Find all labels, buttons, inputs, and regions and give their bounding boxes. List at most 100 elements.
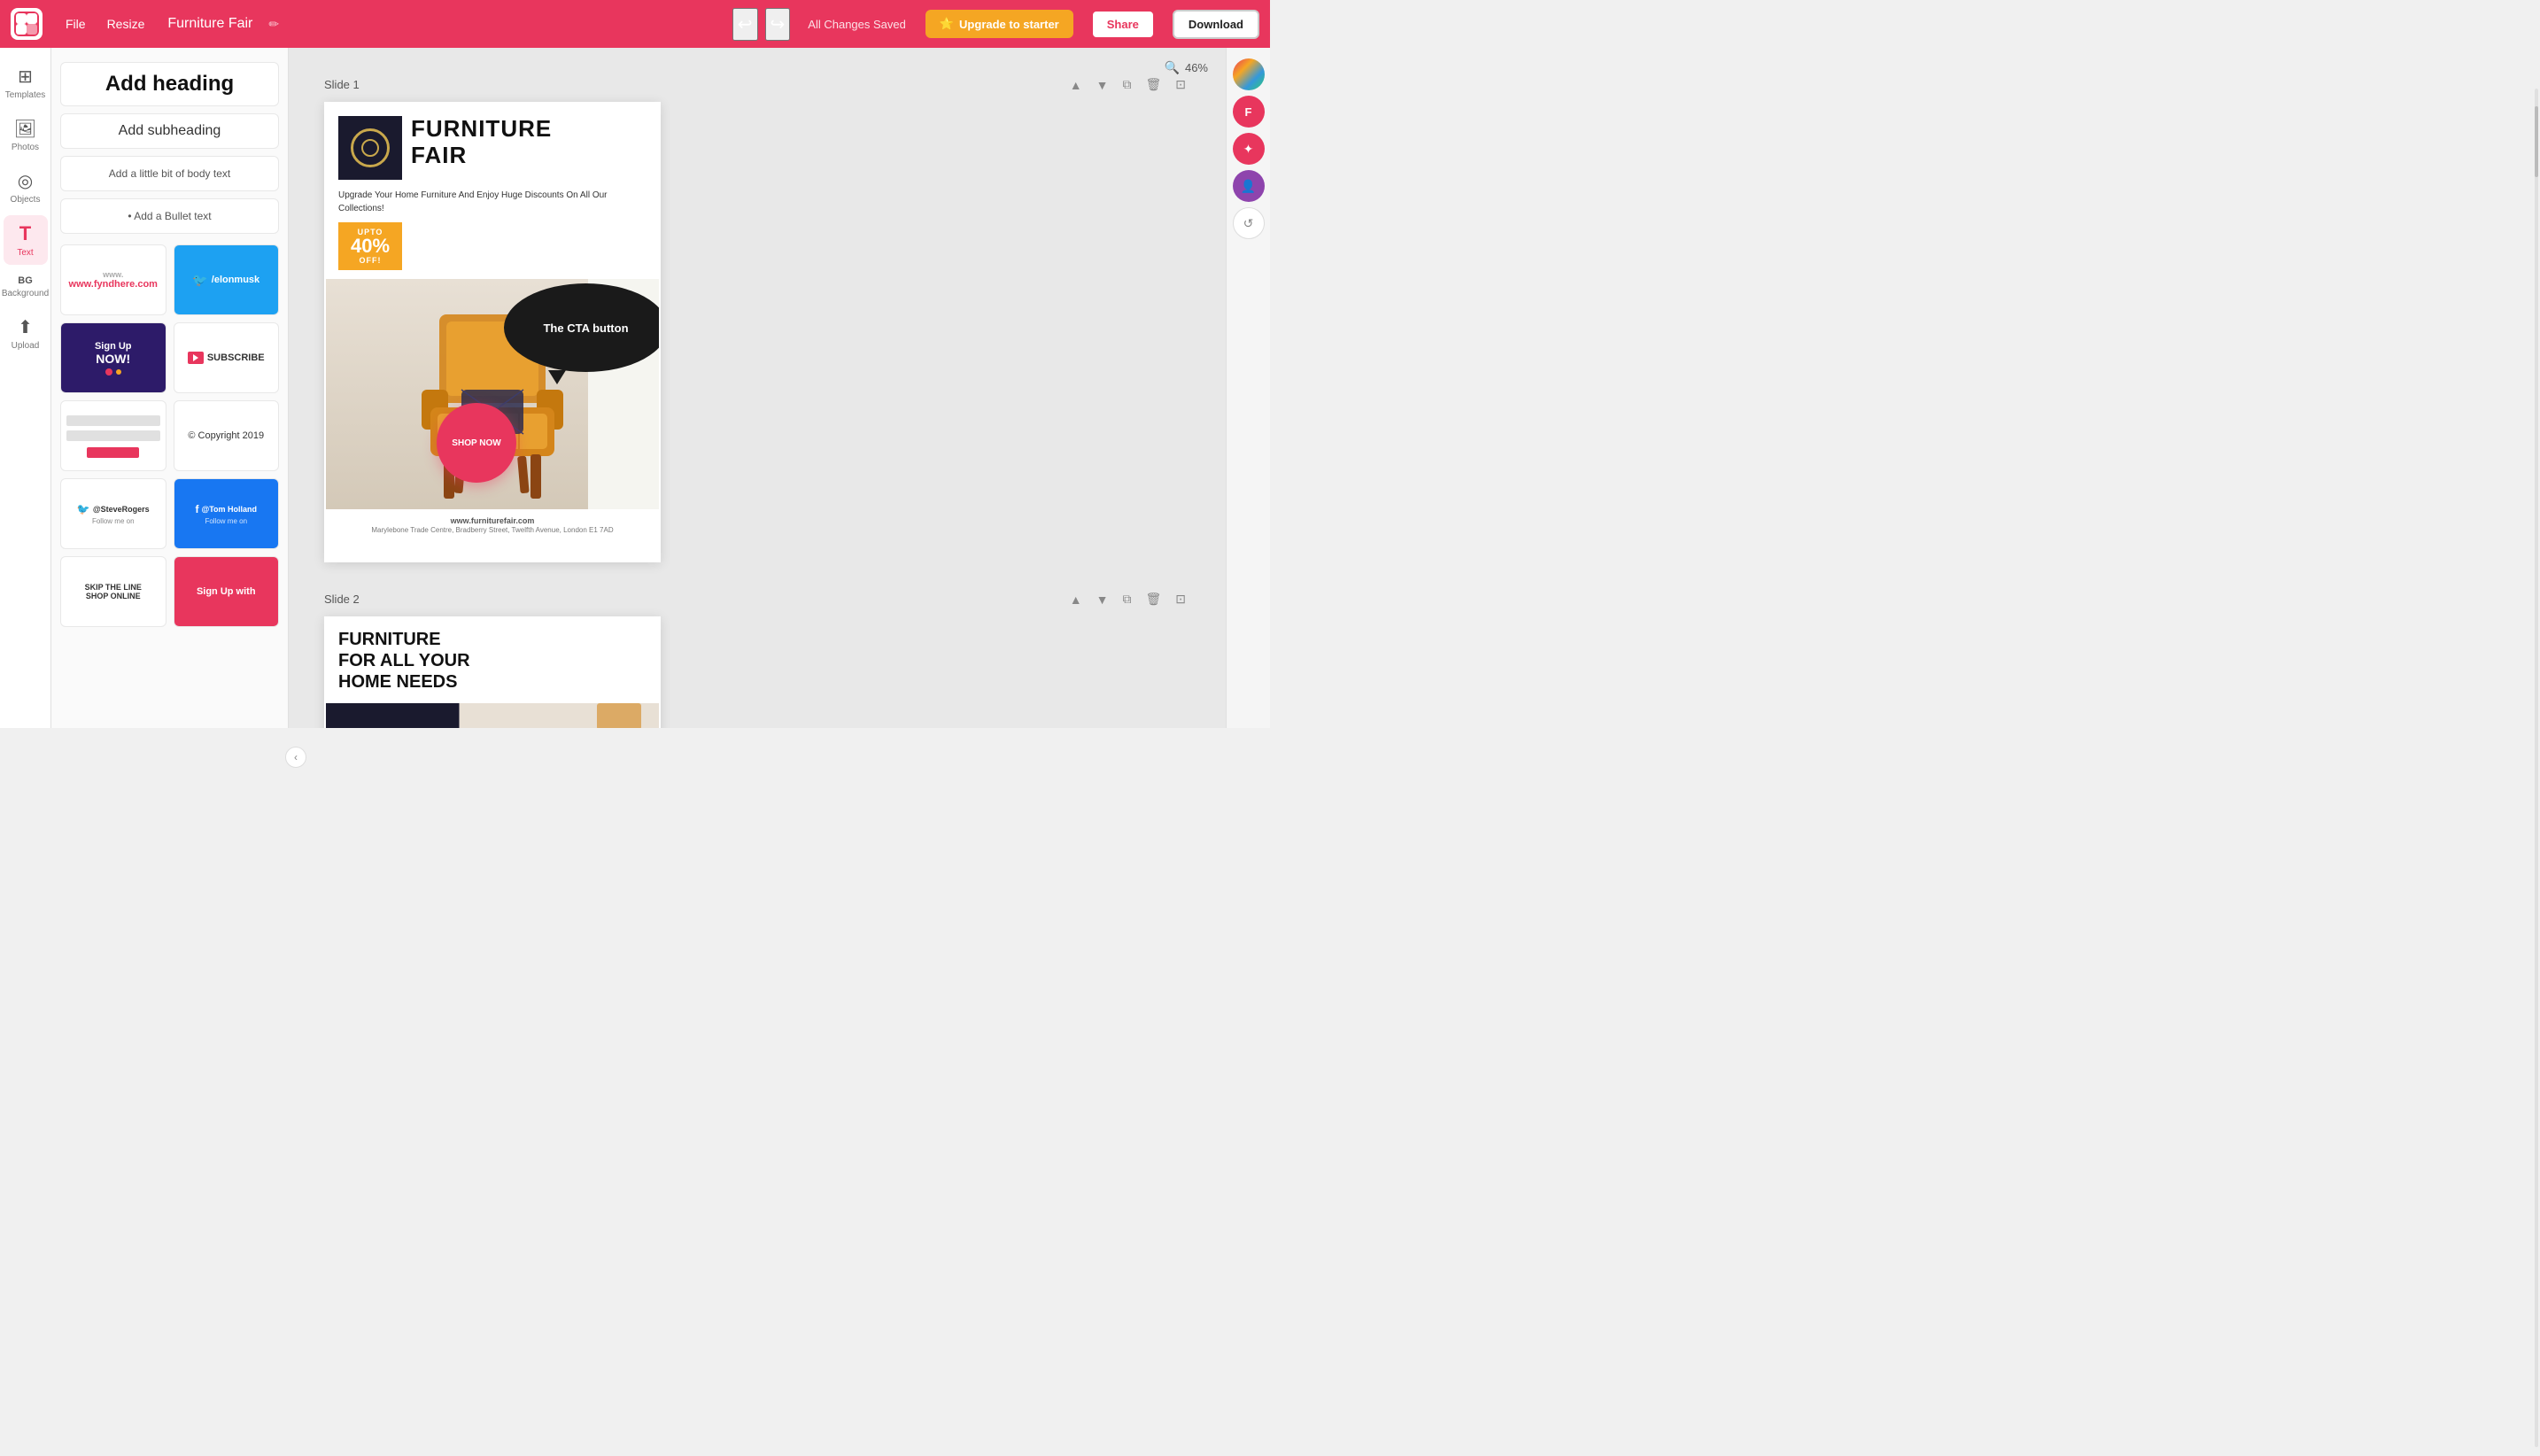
color-palette-button[interactable] xyxy=(1233,58,1265,90)
slide-2-expand[interactable]: ⊡ xyxy=(1171,589,1190,609)
text-label: Text xyxy=(17,248,33,258)
slide-1-up[interactable]: ▲ xyxy=(1065,74,1087,95)
slide-1-canvas[interactable]: FURNITUREFAIR Upgrade Your Home Furnitur… xyxy=(324,102,661,562)
avatar-button[interactable]: 👤 xyxy=(1233,170,1265,202)
undo-button[interactable]: ↩ xyxy=(732,8,758,41)
collapse-panel-button[interactable]: ‹ xyxy=(285,747,306,768)
bullet-text: • Add a Bullet text xyxy=(128,210,211,222)
photos-icon: 🖼 xyxy=(14,118,36,140)
slide1-top: FURNITUREFAIR xyxy=(326,104,659,189)
slide-2-canvas[interactable]: FURNITUREFOR ALL YOURHOME NEEDS xyxy=(324,616,661,728)
panel-items-grid: www. www.fyndhere.com 🐦 /elonmusk Sign U… xyxy=(60,244,279,627)
slide1-discount: UPTO 40% OFF! xyxy=(338,222,402,270)
discount-pct: 40% xyxy=(345,236,395,256)
sidebar-item-upload[interactable]: ⬆ Upload xyxy=(4,309,48,358)
slide-1-delete[interactable]: 🗑 xyxy=(1141,74,1165,95)
heading-text: Add heading xyxy=(105,72,234,96)
document-title: Furniture Fair xyxy=(167,16,252,32)
objects-icon: ◎ xyxy=(18,170,33,192)
slide1-chair-section: The CTA button SHOP NOW xyxy=(326,279,659,509)
text-panel: Add heading Add subheading Add a little … xyxy=(51,48,289,728)
save-status: All Changes Saved xyxy=(808,18,906,31)
panel-item-twitter-elon[interactable]: 🐦 /elonmusk xyxy=(174,244,280,315)
zoom-indicator: 🔍 46% xyxy=(1165,60,1208,75)
panel-item-subscribe[interactable]: SUBSCRIBE xyxy=(174,322,280,393)
slide1-subtitle: Upgrade Your Home Furniture And Enjoy Hu… xyxy=(326,189,659,222)
download-button[interactable]: Download xyxy=(1173,10,1259,39)
star-icon: ⭐ xyxy=(940,17,954,31)
shop-now-button[interactable]: SHOP NOW xyxy=(437,403,516,483)
add-bullet-option[interactable]: • Add a Bullet text xyxy=(60,198,279,234)
footer-url: www.furniturefair.com xyxy=(338,516,647,525)
slide-1-controls: ▲ ▼ ⧉ 🗑 ⊡ xyxy=(1065,74,1190,95)
redo-button[interactable]: ↪ xyxy=(765,8,791,41)
menu-file[interactable]: File xyxy=(57,12,95,36)
objects-label: Objects xyxy=(11,195,41,205)
slide1-footer: www.furniturefair.com Marylebone Trade C… xyxy=(326,509,659,542)
slide-1-down[interactable]: ▼ xyxy=(1092,74,1113,95)
sidebar-item-text[interactable]: T Text xyxy=(4,215,48,265)
slide-2-controls: ▲ ▼ ⧉ 🗑 ⊡ xyxy=(1065,589,1190,609)
slide-2-wrapper: Slide 2 ▲ ▼ ⧉ 🗑 ⊡ FURNITUREFOR ALL YOURH… xyxy=(324,589,1190,728)
topbar-menu: File Resize xyxy=(57,12,153,36)
zoom-level: 46% xyxy=(1185,61,1208,74)
panel-item-twitter-steve[interactable]: 🐦 @SteveRogers Follow me on xyxy=(60,478,166,549)
body-text: Add a little bit of body text xyxy=(109,167,230,180)
sidebar-item-objects[interactable]: ◎ Objects xyxy=(4,163,48,212)
share-button[interactable]: Share xyxy=(1091,10,1155,39)
panel-item-copyright[interactable]: © Copyright 2019 xyxy=(174,400,280,471)
slide-1-copy[interactable]: ⧉ xyxy=(1118,74,1135,95)
panel-item-signup-with[interactable]: Sign Up with xyxy=(174,556,280,627)
templates-label: Templates xyxy=(5,90,46,100)
copyright-label: © Copyright 2019 xyxy=(188,430,264,441)
add-body-option[interactable]: Add a little bit of body text xyxy=(60,156,279,191)
panel-item-signup[interactable]: Sign Up NOW! xyxy=(60,322,166,393)
slide1-brand: FURNITUREFAIR xyxy=(411,116,552,169)
font-button[interactable]: F xyxy=(1233,96,1265,128)
slide1-logo xyxy=(338,116,402,180)
reset-button[interactable]: ↺ xyxy=(1233,207,1265,239)
panel-item-login[interactable] xyxy=(60,400,166,471)
edit-icon[interactable]: ✏ xyxy=(268,17,279,32)
slide-2-header: Slide 2 ▲ ▼ ⧉ 🗑 ⊡ xyxy=(324,589,1190,609)
slide-2-copy[interactable]: ⧉ xyxy=(1118,589,1135,609)
text-icon: T xyxy=(19,222,31,245)
panel-item-fb-tom[interactable]: f @Tom Holland Follow me on xyxy=(174,478,280,549)
background-label: Background xyxy=(2,289,49,298)
menu-resize[interactable]: Resize xyxy=(98,12,154,36)
templates-icon: ⊞ xyxy=(18,66,33,88)
slide2-header: FURNITUREFOR ALL YOURHOME NEEDS xyxy=(326,618,659,703)
main-layout: ⊞ Templates 🖼 Photos ◎ Objects T Text BG… xyxy=(0,48,1270,728)
upload-label: Upload xyxy=(12,341,40,351)
sidebar-item-templates[interactable]: ⊞ Templates xyxy=(4,58,48,107)
add-subheading-option[interactable]: Add subheading xyxy=(60,113,279,149)
art-button[interactable]: ✦ xyxy=(1233,133,1265,165)
slide-2-delete[interactable]: 🗑 xyxy=(1141,589,1165,609)
cta-bubble[interactable]: The CTA button xyxy=(504,283,659,372)
slide1-title: FURNITUREFAIR xyxy=(411,116,552,169)
sidebar-item-background[interactable]: BG Background xyxy=(4,268,48,306)
footer-addr: Marylebone Trade Centre, Bradberry Stree… xyxy=(338,525,647,535)
slide-2-up[interactable]: ▲ xyxy=(1065,589,1087,609)
app-logo[interactable] xyxy=(11,8,43,40)
slide-1-label: Slide 1 xyxy=(324,78,360,91)
slide-2-label: Slide 2 xyxy=(324,592,360,606)
slide-1-header: Slide 1 ▲ ▼ ⧉ 🗑 ⊡ xyxy=(324,74,1190,95)
slide-1-wrapper: Slide 1 ▲ ▼ ⧉ 🗑 ⊡ xyxy=(324,74,1190,562)
panel-item-fyndhere[interactable]: www. www.fyndhere.com xyxy=(60,244,166,315)
background-icon: BG xyxy=(18,275,33,286)
canvas-area: 🔍 46% Slide 1 ▲ ▼ ⧉ 🗑 ⊡ xyxy=(289,48,1226,728)
icon-sidebar: ⊞ Templates 🖼 Photos ◎ Objects T Text BG… xyxy=(0,48,51,728)
photos-label: Photos xyxy=(12,143,39,152)
panel-item-skip-line[interactable]: SKIP THE LINE SHOP ONLINE xyxy=(60,556,166,627)
add-heading-option[interactable]: Add heading xyxy=(60,62,279,106)
slide-2-down[interactable]: ▼ xyxy=(1092,589,1113,609)
discount-off: OFF! xyxy=(345,256,395,265)
upgrade-button[interactable]: ⭐ Upgrade to starter xyxy=(925,10,1073,38)
right-sidebar: F ✦ 👤 ↺ xyxy=(1226,48,1270,728)
sidebar-item-photos[interactable]: 🖼 Photos xyxy=(4,111,48,159)
slide2-title: FURNITUREFOR ALL YOURHOME NEEDS xyxy=(338,629,647,693)
slide-1-expand[interactable]: ⊡ xyxy=(1171,74,1190,95)
zoom-icon: 🔍 xyxy=(1165,60,1180,75)
history-controls: ↩ ↪ xyxy=(732,8,791,41)
